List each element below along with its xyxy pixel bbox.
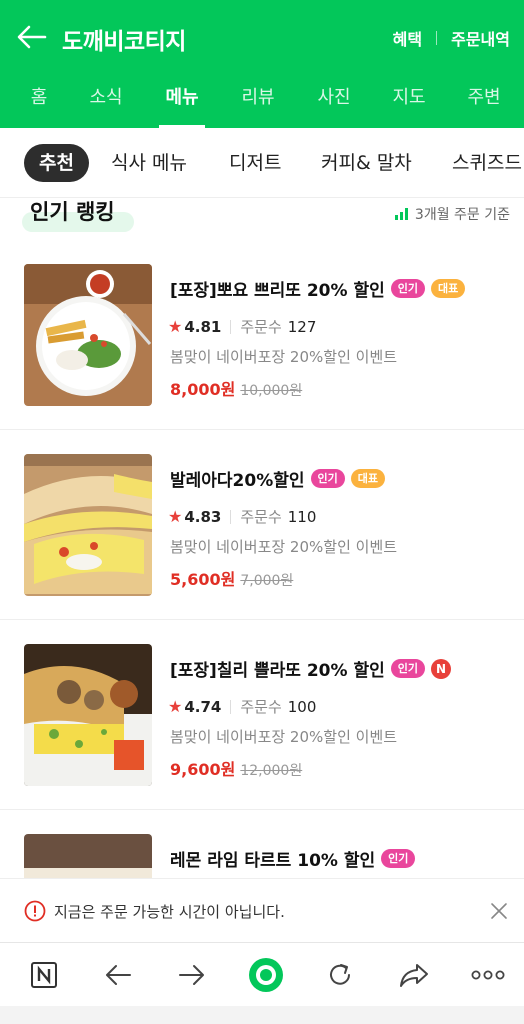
- system-nav-strip: [0, 1006, 524, 1024]
- close-icon: [491, 903, 507, 919]
- rating-row: ★ 4.83 주문수 110: [168, 506, 316, 527]
- rating-value: 4.83: [184, 507, 222, 526]
- tab-nearby[interactable]: 주변: [462, 68, 506, 128]
- menu-item[interactable]: [포장]칠리 쁠라또 20% 할인 인기 N ★ 4.74 주문수 100 봄맞…: [0, 620, 524, 810]
- forward-arrow-icon: [179, 965, 204, 985]
- tab-menu[interactable]: 메뉴: [159, 68, 205, 128]
- tab-reviews[interactable]: 리뷰: [236, 68, 280, 128]
- share-icon: [400, 964, 428, 987]
- order-count-label: 주문수: [240, 508, 282, 526]
- header-divider: [436, 31, 438, 45]
- tab-map[interactable]: 지도: [387, 68, 431, 128]
- arrow-left-icon: [17, 25, 47, 49]
- benefit-link[interactable]: 혜택: [393, 26, 422, 50]
- ranking-basis-text: 3개월 주문 기준: [414, 207, 510, 223]
- divider: [230, 509, 232, 524]
- alert-circle-icon: [24, 900, 46, 922]
- divider: [230, 319, 232, 334]
- menu-item-description: 봄맞이 네이버포장 20%할인 이벤트: [170, 538, 398, 556]
- star-icon: ★: [168, 697, 183, 716]
- star-icon: ★: [168, 507, 183, 526]
- chip-coffee-matcha[interactable]: 커피& 말차: [321, 144, 412, 182]
- sale-price: 9,600원: [170, 760, 236, 779]
- popular-badge: 인기: [390, 279, 425, 298]
- tab-news[interactable]: 소식: [84, 68, 128, 128]
- chip-squeezed[interactable]: 스퀴즈드: [452, 144, 522, 182]
- star-icon: ★: [168, 317, 183, 336]
- menu-item-name: [포장]칠리 쁠라또 20% 할인: [170, 661, 385, 681]
- share-button[interactable]: [394, 955, 434, 995]
- refresh-icon: [330, 964, 350, 985]
- rating-row: ★ 4.74 주문수 100: [168, 696, 316, 717]
- menu-item-name-row: 레몬 라임 타르트 10% 할인 인기: [170, 846, 416, 871]
- original-price: 10,000원: [240, 383, 303, 399]
- green-dot-button[interactable]: [246, 955, 286, 995]
- tab-photos[interactable]: 사진: [312, 68, 356, 128]
- browser-toolbar: [0, 942, 524, 1006]
- chip-meal-menu[interactable]: 식사 메뉴: [111, 144, 187, 182]
- order-count: 110: [287, 507, 317, 526]
- close-notice-button[interactable]: [486, 898, 512, 924]
- bar-chart-icon: [394, 208, 408, 220]
- naver-home-button[interactable]: [24, 955, 64, 995]
- divider: [230, 699, 232, 714]
- tab-menu-label: 메뉴: [165, 87, 199, 108]
- back-arrow-icon: [106, 965, 131, 985]
- menu-item-name: 레몬 라임 타르트 10% 할인: [170, 851, 376, 871]
- menu-item-name-row: 발레아다20%할인 인기 대표: [170, 466, 386, 491]
- price-row: 5,600원 7,000원: [170, 566, 293, 590]
- menu-item-description: 봄맞이 네이버포장 20%할인 이벤트: [170, 348, 398, 366]
- more-icon: [471, 970, 505, 980]
- ranking-basis-note: 3개월 주문 기준: [394, 204, 510, 224]
- unavailable-notice: 지금은 주문 가능한 시간이 아닙니다.: [0, 878, 524, 942]
- menu-item-name: 발레아다20%할인: [170, 471, 305, 491]
- order-count-label: 주문수: [240, 698, 282, 716]
- sale-price: 8,000원: [170, 380, 236, 399]
- category-chips: 추천 식사 메뉴 디저트 커피& 말차 스퀴즈드: [0, 128, 524, 198]
- menu-item-name-row: [포장]칠리 쁠라또 20% 할인 인기 N: [170, 656, 451, 681]
- original-price: 7,000원: [240, 573, 294, 589]
- menu-item-name: [포장]뽀요 쁘리또 20% 할인: [170, 281, 385, 301]
- popular-badge: 인기: [390, 659, 425, 678]
- menu-item[interactable]: 발레아다20%할인 인기 대표 ★ 4.83 주문수 110 봄맞이 네이버포장…: [0, 430, 524, 620]
- menu-item-photo: [24, 454, 152, 596]
- menu-item-photo: [24, 264, 152, 406]
- order-count: 127: [287, 317, 317, 336]
- browser-back-button[interactable]: [98, 955, 138, 995]
- price-row: 9,600원 12,000원: [170, 756, 302, 780]
- rating-row: ★ 4.81 주문수 127: [168, 316, 316, 337]
- page-title: 도깨비코티지: [62, 29, 186, 55]
- back-button[interactable]: [12, 18, 52, 56]
- chip-dessert[interactable]: 디저트: [229, 144, 281, 182]
- naver-n-icon: [31, 962, 57, 988]
- sale-price: 5,600원: [170, 570, 236, 589]
- menu-item-name-row: [포장]뽀요 쁘리또 20% 할인 인기 대표: [170, 276, 466, 301]
- menu-item-description: 봄맞이 네이버포장 20%할인 이벤트: [170, 728, 398, 746]
- new-badge-icon: N: [431, 658, 451, 679]
- signature-badge: 대표: [350, 469, 386, 488]
- rating-value: 4.81: [184, 317, 222, 336]
- order-count-label: 주문수: [240, 318, 282, 336]
- refresh-button[interactable]: [320, 955, 360, 995]
- price-row: 8,000원 10,000원: [170, 376, 302, 400]
- signature-badge: 대표: [431, 279, 466, 298]
- tab-home[interactable]: 홈: [22, 68, 56, 128]
- original-price: 12,000원: [240, 763, 303, 779]
- popular-badge: 인기: [310, 469, 345, 488]
- app-header: 도깨비코티지 혜택 주문내역: [0, 6, 524, 68]
- unavailable-notice-text: 지금은 주문 가능한 시간이 아닙니다.: [54, 903, 285, 921]
- rating-value: 4.74: [184, 697, 222, 716]
- menu-item-photo: [24, 644, 152, 786]
- chip-recommended[interactable]: 추천: [24, 144, 89, 182]
- section-title: 인기 랭킹: [30, 200, 115, 224]
- order-history-link[interactable]: 주문내역: [451, 26, 510, 50]
- browser-forward-button[interactable]: [172, 955, 212, 995]
- more-button[interactable]: [468, 955, 508, 995]
- order-count: 100: [287, 697, 317, 716]
- menu-item[interactable]: [포장]뽀요 쁘리또 20% 할인 인기 대표 ★ 4.81 주문수 127 봄…: [0, 240, 524, 430]
- tab-bar: 홈 소식 메뉴 리뷰 사진 지도 주변: [0, 68, 524, 128]
- popular-badge: 인기: [381, 849, 416, 868]
- green-home-icon: [249, 958, 283, 992]
